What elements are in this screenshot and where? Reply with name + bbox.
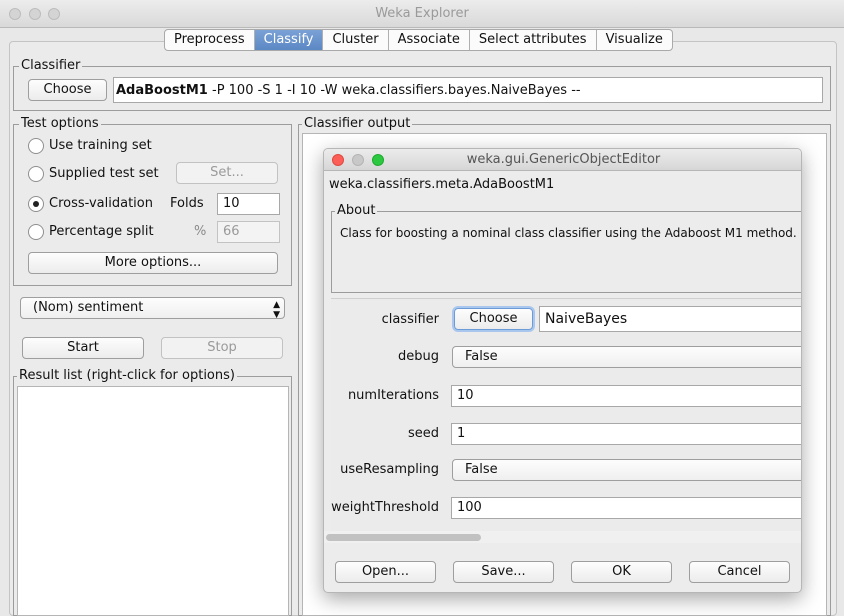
tab-cluster[interactable]: Cluster [322, 30, 387, 50]
more-options-button[interactable]: More options... [28, 252, 278, 274]
useresampling-property-select[interactable]: False [452, 459, 801, 481]
combo-arrows-icon: ▲ ▼ [273, 300, 280, 320]
seed-property-input[interactable]: 1 [451, 423, 801, 445]
classifier-group-label: Classifier [19, 58, 83, 73]
classifier-property-label: classifier [381, 312, 439, 327]
percent-split-input[interactable]: 66 [217, 221, 280, 243]
classifier-property-choose-button[interactable]: Choose [454, 308, 533, 330]
start-button[interactable]: Start [22, 337, 144, 359]
about-text: Class for boosting a nominal class class… [340, 226, 797, 240]
class-attribute-select[interactable]: (Nom) sentiment ▲ ▼ [20, 297, 285, 320]
numiterations-property-input[interactable]: 10 [451, 385, 801, 407]
horizontal-scrollbar[interactable] [324, 531, 801, 543]
classifier-property-value[interactable]: NaiveBayes [539, 306, 801, 332]
tab-select-attributes[interactable]: Select attributes [468, 30, 596, 50]
stop-button[interactable]: Stop [161, 337, 283, 359]
classifier-config-field[interactable]: AdaBoostM1 -P 100 -S 1 -I 10 -W weka.cla… [113, 77, 823, 103]
folds-input[interactable]: 10 [217, 193, 280, 215]
tab-preprocess[interactable]: Preprocess [165, 30, 254, 50]
test-options-label: Test options [19, 116, 101, 131]
save-button[interactable]: Save... [453, 561, 554, 583]
cross-validation-radio[interactable] [28, 196, 44, 212]
cross-validation-label: Cross-validation [49, 196, 153, 211]
tab-associate[interactable]: Associate [387, 30, 469, 50]
generic-object-editor-dialog: weka.gui.GenericObjectEditor weka.classi… [323, 148, 802, 593]
dialog-titlebar: weka.gui.GenericObjectEditor [324, 149, 801, 171]
ok-button[interactable]: OK [571, 561, 672, 583]
percentage-split-radio[interactable] [28, 224, 44, 240]
dialog-title: weka.gui.GenericObjectEditor [466, 152, 661, 167]
tab-classify[interactable]: Classify [253, 30, 323, 50]
radio-selected-dot [33, 201, 39, 207]
supplied-test-set-label: Supplied test set [49, 166, 159, 181]
cancel-button[interactable]: Cancel [689, 561, 790, 583]
about-label: About [335, 203, 378, 218]
about-group [331, 211, 801, 293]
tab-visualize[interactable]: Visualize [595, 30, 672, 50]
scrollbar-thumb[interactable] [326, 534, 481, 541]
open-button[interactable]: Open... [335, 561, 436, 583]
debug-property-label: debug [398, 349, 439, 364]
set-test-set-button[interactable]: Set... [176, 162, 278, 184]
folds-label: Folds [170, 196, 204, 211]
classifier-output-label: Classifier output [302, 116, 413, 131]
weightthreshold-property-input[interactable]: 100 [451, 497, 801, 519]
classifier-options: -P 100 -S 1 -I 10 -W weka.classifiers.ba… [212, 83, 581, 98]
percent-symbol: % [194, 224, 207, 239]
useresampling-property-label: useResampling [340, 462, 439, 477]
result-list-label: Result list (right-click for options) [17, 368, 237, 383]
use-training-set-label: Use training set [49, 138, 152, 153]
supplied-test-set-radio[interactable] [28, 166, 44, 182]
seed-property-label: seed [407, 426, 439, 441]
class-attribute-value: (Nom) sentiment [33, 300, 144, 315]
tab-bar: Preprocess Classify Cluster Associate Se… [164, 29, 673, 51]
classifier-choose-button[interactable]: Choose [28, 79, 107, 101]
classifier-name: AdaBoostM1 [116, 83, 208, 98]
debug-property-select[interactable]: False [452, 346, 801, 368]
weightthreshold-property-label: weightThreshold [331, 500, 439, 515]
window-titlebar: Weka Explorer [0, 0, 844, 28]
numiterations-property-label: numIterations [347, 388, 439, 403]
use-training-set-radio[interactable] [28, 138, 44, 154]
dialog-class-name: weka.classifiers.meta.AdaBoostM1 [329, 177, 555, 192]
result-list[interactable] [17, 386, 289, 616]
window-title: Weka Explorer [375, 6, 469, 21]
percentage-split-label: Percentage split [49, 224, 154, 239]
